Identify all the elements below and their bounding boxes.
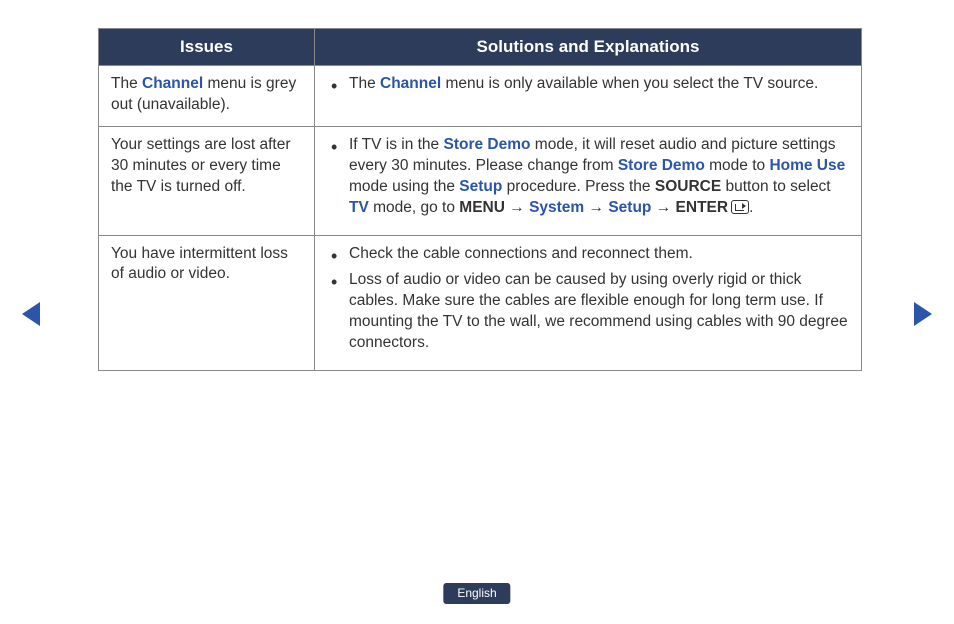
language-badge: English: [443, 583, 510, 604]
manual-page: Issues Solutions and Explanations The Ch…: [0, 0, 954, 624]
table-row: You have intermittent loss of audio or v…: [99, 235, 862, 371]
enter-icon: [731, 200, 749, 214]
header-solutions: Solutions and Explanations: [315, 29, 862, 66]
next-page-arrow-icon[interactable]: [914, 302, 932, 326]
issue-cell: The Channel menu is grey out (unavailabl…: [99, 66, 315, 127]
list-item: If TV is in the Store Demo mode, it will…: [327, 135, 851, 219]
table-row: Your settings are lost after 30 minutes …: [99, 126, 862, 235]
header-issues: Issues: [99, 29, 315, 66]
list-item: Loss of audio or video can be caused by …: [327, 270, 851, 354]
solution-cell: If TV is in the Store Demo mode, it will…: [315, 126, 862, 235]
prev-page-arrow-icon[interactable]: [22, 302, 40, 326]
issue-cell: Your settings are lost after 30 minutes …: [99, 126, 315, 235]
list-item: Check the cable connections and reconnec…: [327, 244, 851, 265]
troubleshooting-table: Issues Solutions and Explanations The Ch…: [98, 28, 862, 371]
table-row: The Channel menu is grey out (unavailabl…: [99, 66, 862, 127]
channel-term: Channel: [142, 75, 203, 92]
channel-term: Channel: [380, 75, 441, 92]
solution-cell: The Channel menu is only available when …: [315, 66, 862, 127]
solution-cell: Check the cable connections and reconnec…: [315, 235, 862, 371]
list-item: The Channel menu is only available when …: [327, 74, 851, 95]
issue-cell: You have intermittent loss of audio or v…: [99, 235, 315, 371]
